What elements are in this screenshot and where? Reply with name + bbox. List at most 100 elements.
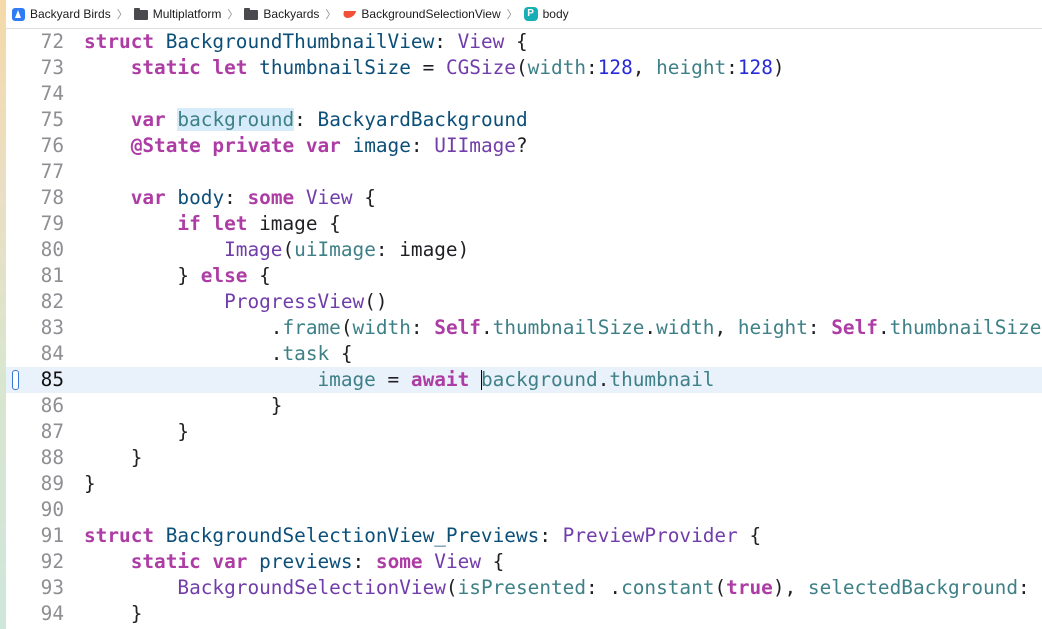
line-number: 74 (40, 82, 64, 105)
code-token: ) (772, 56, 785, 79)
breadcrumb-item-backyard-birds[interactable]: Backyard Birds (12, 7, 111, 21)
code-token: if let (177, 212, 248, 235)
code-line[interactable]: 81 } else { (6, 263, 1042, 289)
code-line[interactable]: 76 @State private var image: UIImage? (6, 133, 1042, 159)
code-line[interactable]: 89} (6, 471, 1042, 497)
code-token: height (737, 316, 808, 339)
line-number: 90 (40, 498, 64, 521)
code-token: thumbnailSize (259, 56, 411, 79)
code-token: width (352, 316, 411, 339)
breadcrumb-item-multiplatform[interactable]: Multiplatform (133, 7, 221, 21)
code-token: constant (621, 576, 715, 599)
code-line[interactable]: 93 BackgroundSelectionView(isPresented: … (6, 575, 1042, 601)
code-token: height (656, 56, 727, 79)
code-token: : (434, 30, 458, 53)
code-token: uiImage (294, 238, 376, 261)
code-line[interactable]: 82 ProgressView() (6, 289, 1042, 315)
code-line[interactable]: 86 } (6, 393, 1042, 419)
code-text: struct BackgroundSelectionView_Previews:… (84, 523, 761, 549)
code-text: } (84, 471, 96, 497)
code-text: } (84, 445, 143, 471)
folder-icon (133, 8, 148, 20)
code-line[interactable]: 87 } (6, 419, 1042, 445)
code-token: UIImage (434, 134, 516, 157)
code-token: image (317, 368, 376, 391)
code-line[interactable]: 72 struct BackgroundThumbnailView: View { (6, 29, 1042, 55)
code-line[interactable]: 80 Image(uiImage: image) (6, 237, 1042, 263)
code-token: : (539, 524, 563, 547)
code-token: BackgroundSelectionView (177, 576, 446, 599)
code-token: View (305, 186, 353, 209)
code-token: ProgressView (224, 290, 365, 313)
line-number: 94 (40, 602, 64, 625)
code-token: Self (434, 316, 481, 339)
code-line[interactable]: 91 struct BackgroundSelectionView_Preview… (6, 523, 1042, 549)
breadcrumb-item-body[interactable]: Pbody (523, 7, 569, 21)
code-token: { (329, 342, 353, 365)
code-line[interactable]: 78 var body: some View { (6, 185, 1042, 211)
line-number: 76 (40, 134, 64, 157)
code-token: View (434, 550, 481, 573)
code-line[interactable]: 74 (6, 81, 1042, 107)
line-number: 93 (40, 576, 64, 599)
code-token: struct (84, 524, 155, 547)
code-token: ? (516, 134, 528, 157)
code-line[interactable]: 79 if let image { (6, 211, 1042, 237)
code-token: else (200, 264, 248, 287)
code-token: isPresented (457, 576, 587, 599)
code-token: } (84, 446, 143, 469)
code-token: struct (84, 30, 155, 53)
code-token: } (84, 472, 96, 495)
code-token: { (247, 264, 271, 287)
code-text: ProgressView() (84, 289, 387, 315)
breadcrumb-item-backyards[interactable]: Backyards (244, 7, 319, 21)
breadcrumb-separator: 〉 (325, 9, 337, 21)
code-token: } (84, 602, 143, 625)
breadcrumb-label: Backyard Birds (30, 7, 111, 21)
code-token: true (726, 576, 773, 599)
line-number: 77 (40, 160, 64, 183)
code-line[interactable]: 94 } (6, 601, 1042, 627)
code-editor[interactable]: 72 struct BackgroundThumbnailView: View {… (6, 29, 1042, 629)
code-line[interactable]: 83 .frame(width: Self.thumbnailSize.widt… (6, 315, 1042, 341)
line-number: 92 (40, 550, 64, 573)
code-token: frame (282, 316, 341, 339)
code-token: BackgroundSelectionView_Previews (165, 524, 540, 547)
line-number: 83 (40, 316, 64, 339)
code-token: body (177, 186, 225, 209)
code-line[interactable]: 73 static let thumbnailSize = CGSize(wid… (6, 55, 1042, 81)
property-icon: P (523, 7, 538, 21)
code-token: : (352, 550, 376, 573)
line-number: 82 (40, 290, 64, 313)
line-number: 73 (40, 56, 64, 79)
code-line[interactable]: 92 static var previews: some View { (6, 549, 1042, 575)
code-line[interactable]: 88 } (6, 445, 1042, 471)
code-token: width (656, 316, 715, 339)
code-token: task (282, 342, 330, 365)
code-token: . (84, 316, 283, 339)
code-line[interactable]: 85 image = await background.thumbnail (6, 367, 1042, 393)
code-line[interactable]: 90 (6, 497, 1042, 523)
code-token: : (807, 316, 832, 339)
code-token: Self (831, 316, 878, 339)
line-number: 85 (40, 368, 64, 391)
code-token: previews (259, 550, 353, 573)
line-number: 87 (40, 420, 64, 443)
swift-file-icon (342, 8, 356, 20)
code-token: { (352, 186, 376, 209)
code-text: .frame(width: Self.thumbnailSize.width, … (84, 315, 1042, 341)
code-token: : (726, 56, 738, 79)
breadcrumb-item-backgroundselectionview[interactable]: BackgroundSelectionView (342, 7, 500, 21)
code-line[interactable]: 84 .task { (6, 341, 1042, 367)
code-token: : (586, 56, 598, 79)
code-line[interactable]: 77 (6, 159, 1042, 185)
code-line[interactable]: 75 var background: BackyardBackground (6, 107, 1042, 133)
code-token: = (375, 368, 411, 391)
code-token: 128 (737, 56, 773, 79)
